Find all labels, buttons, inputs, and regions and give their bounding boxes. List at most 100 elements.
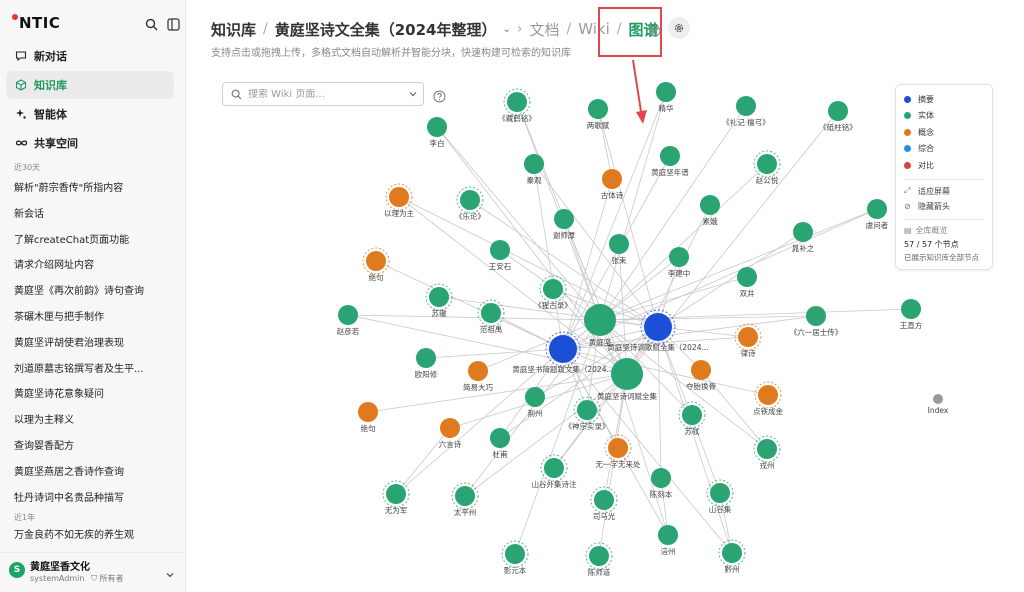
graph-node[interactable]: 黄庭坚 (584, 304, 616, 347)
history-item[interactable]: 以理为主释义 (14, 408, 174, 434)
node-circle (416, 348, 436, 368)
graph-node[interactable]: 点铁成金 (753, 381, 783, 416)
graph-node[interactable]: 两歌赋 (587, 99, 610, 130)
history-item[interactable]: 黄庭坚燕居之香诗作查询 (14, 460, 174, 486)
graph-node[interactable]: 简易大巧 (463, 361, 493, 392)
sidebar-toolbar (143, 16, 181, 32)
graph-node[interactable]: 晁补之 (792, 222, 815, 253)
graph-node[interactable]: 以理为主 (384, 183, 414, 218)
graph-node[interactable]: 双井 (737, 267, 757, 298)
history-item[interactable]: 请求介绍网址内容 (14, 253, 174, 279)
graph-node[interactable]: 《六一居士传》 (790, 306, 843, 337)
graph-node[interactable]: 李建中 (668, 247, 691, 278)
user-profile[interactable]: S 黄庭坚香文化 systemAdmin ⛉ 所有者 (0, 552, 186, 592)
graph-node[interactable]: 苏轼 (678, 401, 706, 436)
graph-node[interactable]: 黔州 (718, 539, 746, 574)
history-item[interactable]: 黄庭坚《再次前韵》诗句查询 (14, 279, 174, 305)
graph-node[interactable]: 精华 (656, 82, 676, 113)
graph-node[interactable]: 张耒 (609, 234, 629, 265)
graph-node[interactable]: Index (928, 394, 949, 415)
info-icon[interactable] (649, 22, 661, 41)
node-label: 《神宗实录》 (565, 421, 610, 431)
node-label: 精华 (659, 103, 674, 113)
hide-arrows-button[interactable]: ⊘ 隐藏箭头 (904, 199, 984, 214)
nav-agents[interactable]: 智能体 (6, 100, 174, 128)
node-circle (758, 385, 778, 405)
graph-node[interactable]: 律诗 (734, 323, 762, 358)
graph-node[interactable]: 山谷外集诗注 (532, 454, 577, 489)
history-item[interactable]: 牡丹诗词中名贵品种描写 (14, 486, 174, 512)
graph-node[interactable]: 欧阳修 (415, 348, 438, 379)
graph-node[interactable]: 陈刻本 (650, 468, 673, 499)
graph-node[interactable]: 无一字无来处 (596, 434, 641, 469)
graph-node[interactable]: 赵公悦 (753, 150, 781, 185)
graph-settings-button[interactable] (668, 17, 690, 39)
wiki-search[interactable] (222, 82, 424, 106)
nav-knowledge-base[interactable]: 知识库 (6, 71, 174, 99)
graph-node[interactable]: 戎州 (753, 435, 781, 470)
graph-node[interactable]: 王直方 (900, 299, 923, 330)
brand-logo[interactable]: NTIC (12, 14, 60, 32)
tab-documents[interactable]: 文档 (529, 19, 559, 40)
graph-node[interactable]: 赵彦若 (337, 305, 360, 336)
legend-item-summary[interactable]: 摘要 (904, 91, 984, 108)
chat-edit-icon (14, 49, 28, 63)
nav-shared-space[interactable]: 共享空间 (6, 129, 174, 157)
history-item[interactable]: 新会话 (14, 202, 174, 228)
history-item[interactable]: 刘道原墓志铭撰写者及生平... (14, 357, 174, 383)
history-item[interactable]: 查询婴香配方 (14, 434, 174, 460)
graph-node[interactable]: 王安石 (489, 240, 512, 271)
graph-node[interactable]: 太平州 (451, 482, 479, 517)
legend-item-synthesis[interactable]: 综合 (904, 141, 984, 158)
graph-node[interactable]: 六言诗 (439, 418, 462, 449)
node-circle (901, 299, 921, 319)
graph-node[interactable]: 黄庭坚年谱 (651, 146, 689, 177)
chevron-down-icon[interactable] (165, 565, 175, 584)
legend-item-entity[interactable]: 实体 (904, 108, 984, 125)
search-icon[interactable] (143, 16, 159, 32)
graph-node[interactable]: 古体诗 (601, 169, 624, 200)
wiki-search-input[interactable] (248, 88, 398, 100)
node-circle (757, 154, 777, 174)
chevron-down-icon[interactable]: ⌄ (502, 24, 510, 35)
chart-icon: ▤ (904, 226, 912, 235)
legend-item-comparison[interactable]: 对比 (904, 157, 984, 174)
history-item[interactable]: 黄庭坚评胡使君治理表现 (14, 331, 174, 357)
history-item[interactable]: 茶碾木匣与把手制作 (14, 305, 174, 331)
graph-node[interactable]: 素娥 (700, 195, 720, 226)
graph-node[interactable]: 影元本 (501, 540, 529, 575)
history-item[interactable]: 黄庭坚诗花意象疑问 (14, 382, 174, 408)
fit-screen-button[interactable]: ⤢ 适应屏幕 (904, 184, 984, 199)
graph-node[interactable]: 陈师道 (585, 542, 613, 577)
graph-node[interactable]: 李白 (427, 117, 447, 148)
graph-node[interactable]: 绝句 (362, 247, 390, 282)
nav-new-chat[interactable]: 新对话 (6, 42, 174, 70)
graph-node[interactable]: 苏辙 (425, 283, 453, 318)
graph-node[interactable]: 《藏鹤铭》 (498, 88, 536, 123)
graph-node[interactable]: 山谷集 (706, 479, 734, 514)
graph-node[interactable]: 司马光 (590, 486, 618, 521)
graph-node[interactable]: 《礼记·檀弓》 (722, 96, 770, 127)
graph-node[interactable]: 虞问者 (866, 199, 889, 230)
node-circle (700, 195, 720, 215)
graph-node[interactable]: 绝句 (358, 402, 378, 433)
legend-item-concept[interactable]: 概念 (904, 124, 984, 141)
help-icon[interactable] (433, 88, 446, 107)
graph-node[interactable]: 杜甫 (490, 428, 510, 459)
graph-node[interactable]: 荆州 (525, 387, 545, 418)
graph-node[interactable]: 夺胎换骨 (686, 360, 716, 391)
breadcrumb-collection[interactable]: 黄庭坚诗文全集（2024年整理） (275, 19, 497, 40)
graph-node[interactable]: 秦观 (524, 154, 544, 185)
history-item[interactable]: 解析"蔚宗香传"所指内容 (14, 176, 174, 202)
history-item[interactable]: 了解createChat页面功能 (14, 228, 174, 254)
graph-node[interactable]: 涪州 (658, 525, 678, 556)
sidebar-toggle-icon[interactable] (165, 16, 181, 32)
graph-node[interactable]: 《乐论》 (455, 186, 485, 221)
node-label: 绝句 (361, 423, 376, 433)
node-circle (525, 387, 545, 407)
breadcrumb-knowledge-base[interactable]: 知识库 (211, 19, 256, 40)
graph-node[interactable]: 谢师厚 (553, 209, 576, 240)
node-circle (738, 327, 758, 347)
history-item[interactable]: 万金良药不如无疾的养生观 (14, 523, 174, 549)
graph-node[interactable]: 《砥柱铭》 (819, 101, 857, 132)
